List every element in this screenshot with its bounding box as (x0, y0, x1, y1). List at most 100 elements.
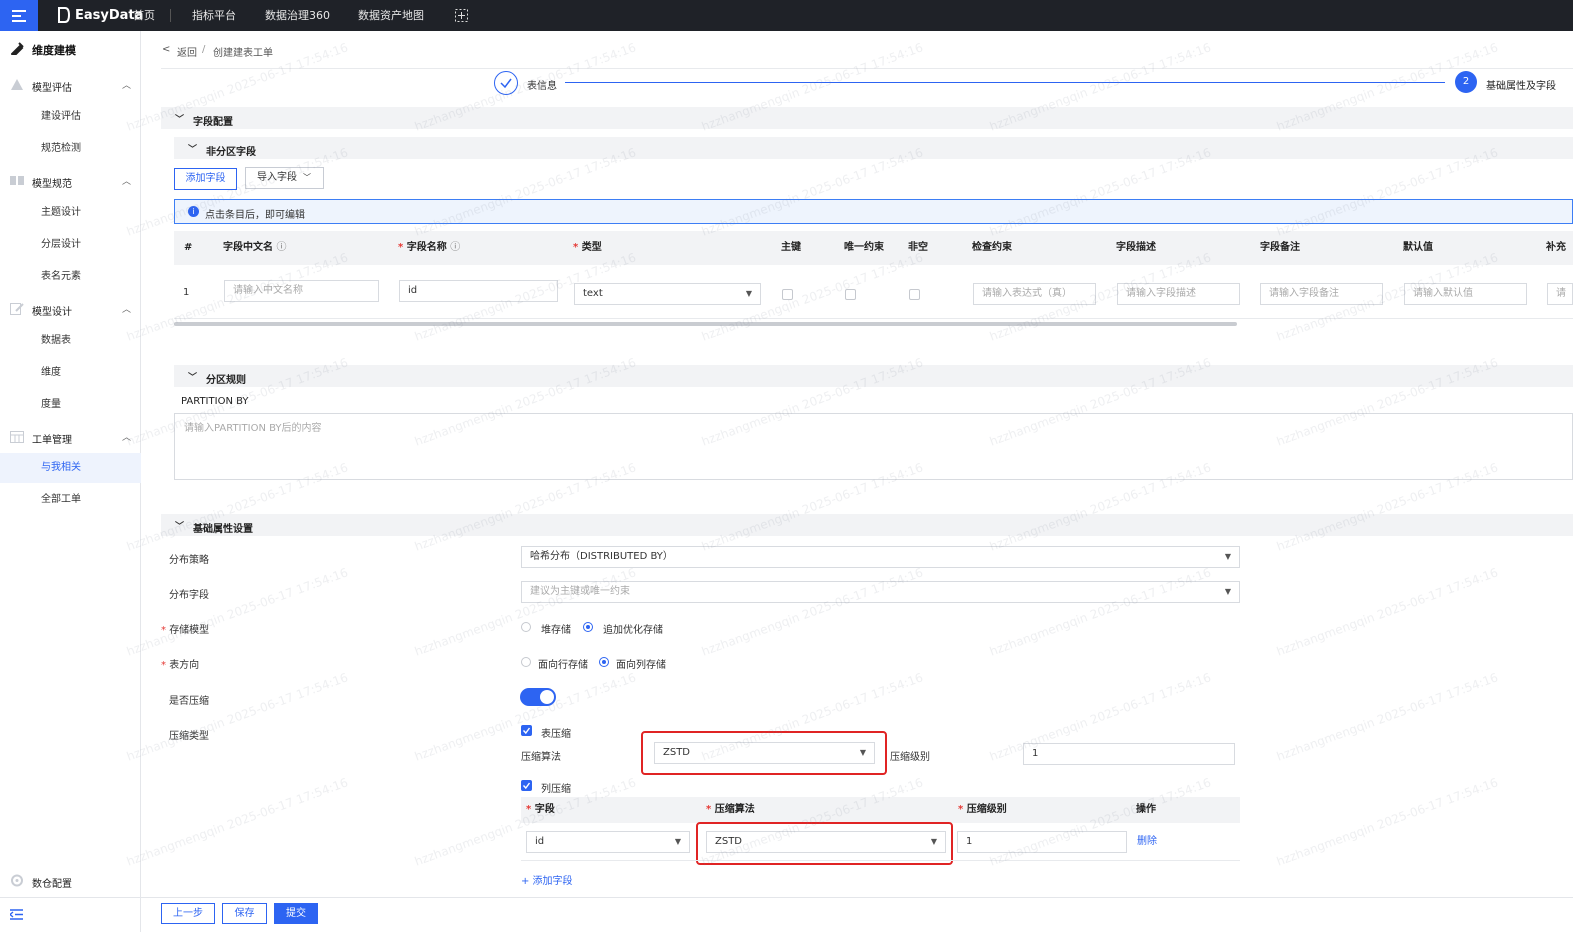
table-compress-checkbox[interactable] (521, 725, 532, 736)
step-connector (565, 82, 1445, 83)
partition-textarea[interactable]: 请输入PARTITION BY后的内容 (174, 413, 1573, 480)
nav-metrics[interactable]: 指标平台 (192, 0, 236, 31)
sidebar-group-spec[interactable]: 模型规范 ︿ (0, 170, 141, 192)
column-compress-checkbox[interactable] (521, 780, 532, 791)
primary-key-checkbox[interactable] (782, 289, 793, 300)
nav-governance[interactable]: 数据治理360 (265, 0, 330, 31)
table-compress-label: 表压缩 (541, 729, 571, 740)
back-link[interactable]: 返回 (177, 44, 197, 59)
sidebar-group-design[interactable]: 模型设计 ︿ (0, 298, 141, 320)
watermark-text: hzzhangmengqin 2025-06-17 17:54:16 (1274, 145, 1500, 239)
orientation-row-radio[interactable] (521, 657, 531, 667)
row-index: 1 (183, 287, 190, 298)
import-field-label: 导入字段 (257, 172, 297, 183)
partition-by-label: PARTITION BY (181, 396, 249, 407)
compress-type-label: 压缩类型 (169, 731, 209, 742)
prev-button[interactable]: 上一步 (161, 903, 215, 924)
step-2-label: 基础属性及字段 (1486, 81, 1556, 92)
sidebar-item-mine[interactable]: 与我相关 (0, 453, 141, 483)
sidebar-item-measure[interactable]: 度量 (0, 390, 141, 420)
sidebar-item-datatable[interactable]: 数据表 (0, 326, 141, 356)
info-icon: i (188, 206, 199, 217)
nav-asset-map[interactable]: 数据资产地图 (358, 0, 424, 31)
sidebar-item-layer[interactable]: 分层设计 (0, 230, 141, 260)
section-non-partition[interactable]: ﹀ 非分区字段 (174, 137, 1573, 159)
chevron-down-icon: ﹀ (188, 145, 198, 155)
sidebar-item-dimension[interactable]: 维度 (0, 358, 141, 388)
watermark-text: hzzhangmengqin 2025-06-17 17:54:16 (124, 145, 350, 239)
menu-icon[interactable] (0, 0, 38, 31)
calendar-icon (10, 430, 24, 443)
col-unique: 唯一约束 (844, 242, 884, 253)
not-null-checkbox[interactable] (909, 289, 920, 300)
book-icon (10, 174, 24, 187)
watermark-text: hzzhangmengqin 2025-06-17 17:54:16 (699, 565, 925, 659)
section-partition[interactable]: ﹀ 分区规则 (174, 365, 1573, 387)
chevron-up-icon: ︿ (121, 305, 131, 315)
type-select[interactable]: text ▼ (574, 283, 761, 305)
section-field-config[interactable]: ﹀ 字段配置 (161, 107, 1573, 129)
note-input[interactable]: 请输入字段备注 (1260, 283, 1383, 305)
sidebar-group-label: 模型规范 (32, 179, 72, 190)
distribution-label: 分布策略 (169, 555, 209, 566)
warning-icon (10, 78, 24, 91)
sidebar-group-label: 模型评估 (32, 83, 72, 94)
desc-input[interactable]: 请输入字段描述 (1117, 283, 1240, 305)
orientation-column-radio[interactable] (599, 657, 609, 667)
step-2-number: 2 (1455, 71, 1477, 93)
nav-home[interactable]: 首页 (133, 0, 155, 31)
orientation-row-label: 面向行存储 (538, 660, 588, 671)
submit-button[interactable]: 提交 (274, 903, 318, 924)
check-input[interactable]: 请输入表达式（真） (973, 283, 1096, 305)
col-check: 检查约束 (972, 242, 1012, 253)
sidebar-group-eval[interactable]: 模型评估 ︿ (0, 74, 141, 96)
add-field-button[interactable]: 添加字段 (174, 168, 237, 190)
sidebar-item-table-name[interactable]: 表名元素 (0, 262, 141, 292)
col-level-input[interactable]: 1 (957, 831, 1127, 853)
logo-icon (58, 7, 71, 23)
watermark-text: hzzhangmengqin 2025-06-17 17:54:16 (987, 565, 1213, 659)
horizontal-scrollbar[interactable] (174, 322, 1237, 326)
compress-toggle[interactable] (520, 688, 556, 706)
storage-append-radio[interactable] (583, 622, 593, 632)
add-column-link[interactable]: + 添加字段 (521, 872, 573, 887)
sidebar-footer-config[interactable]: 数仓配置 (0, 870, 141, 892)
dist-field-select[interactable]: 建议为主键或唯一约束 ▼ (521, 581, 1240, 603)
table-level-input[interactable]: 1 (1023, 743, 1235, 765)
tip-text: 点击条目后，即可编辑 (205, 210, 305, 221)
storage-heap-radio[interactable] (521, 622, 531, 632)
extra-input[interactable]: 请 (1547, 283, 1573, 305)
chevron-down-icon: ﹀ (303, 173, 311, 182)
col-field-select[interactable]: id ▼ (526, 831, 690, 853)
caret-down-icon: ▼ (674, 837, 681, 846)
col-field-name: * 字段名称 ⓘ (398, 242, 461, 253)
import-field-button[interactable]: 导入字段 ﹀ (245, 167, 324, 189)
col-type: * 类型 (573, 242, 602, 253)
dist-field-label: 分布字段 (169, 590, 209, 601)
sidebar-item-build-eval[interactable]: 建设评估 (0, 102, 141, 132)
sidebar-group-ticket[interactable]: 工单管理 ︿ (0, 426, 141, 448)
watermark-text: hzzhangmengqin 2025-06-17 17:54:16 (412, 145, 638, 239)
sidebar-item-all-tickets[interactable]: 全部工单 (0, 485, 141, 515)
add-tab-icon[interactable] (455, 9, 468, 22)
cn-name-input[interactable]: 请输入中文名称 (224, 280, 379, 302)
watermark-text: hzzhangmengqin 2025-06-17 17:54:16 (987, 145, 1213, 239)
watermark-text: hzzhangmengqin 2025-06-17 17:54:16 (1274, 565, 1500, 659)
distribution-select[interactable]: 哈希分布（DISTRIBUTED BY） ▼ (521, 546, 1240, 568)
algo-label: 压缩算法 (521, 752, 561, 763)
delete-link[interactable]: 删除 (1137, 832, 1157, 847)
sidebar-item-spec-check[interactable]: 规范检测 (0, 134, 141, 164)
collapse-sidebar-icon[interactable] (8, 909, 23, 920)
unique-checkbox[interactable] (845, 289, 856, 300)
default-input[interactable]: 请输入默认值 (1404, 283, 1527, 305)
section-basic[interactable]: ﹀ 基础属性设置 (161, 514, 1573, 536)
save-button[interactable]: 保存 (222, 903, 267, 924)
field-name-input[interactable]: id (399, 280, 558, 302)
modeling-icon (10, 42, 24, 58)
breadcrumb-separator: / (202, 44, 206, 55)
col-algo: * 压缩算法 (706, 804, 755, 815)
sidebar-item-topic[interactable]: 主题设计 (0, 198, 141, 228)
back-arrow-icon[interactable]: < (162, 44, 170, 55)
col-row-divider (521, 860, 1240, 861)
caret-down-icon: ▼ (1224, 552, 1231, 561)
